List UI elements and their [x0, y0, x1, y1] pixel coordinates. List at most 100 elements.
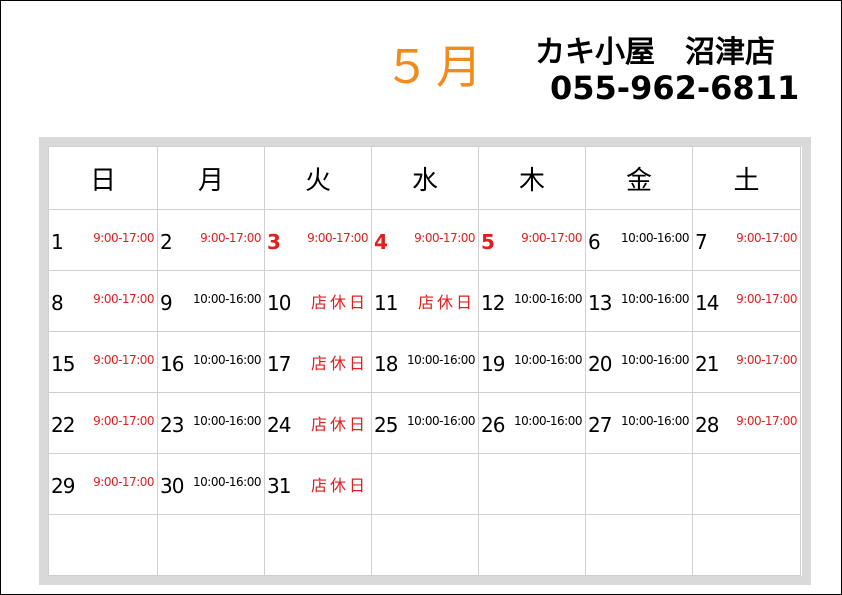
business-hours: 9:00-17:00: [200, 231, 261, 245]
calendar-day-cell: 16 10:00-16:00: [157, 331, 265, 393]
calendar-day-cell: [478, 453, 586, 515]
calendar-day-cell: 17 店休日: [264, 331, 372, 393]
day-number: 8: [51, 291, 64, 315]
day-number: 19: [481, 352, 505, 376]
business-hours: 9:00-17:00: [93, 292, 154, 306]
calendar-day-cell: [371, 453, 479, 515]
shop-name: カキ小屋 沼津店: [535, 35, 775, 70]
closed-day-label: 店休日: [417, 293, 475, 312]
calendar-day-cell: 7 9:00-17:00: [692, 209, 801, 271]
business-hours: 9:00-17:00: [93, 414, 154, 428]
week-row: 8 9:00-17:00 9 10:00-16:00 10 店休日 11 店休日 12 10:00…: [48, 270, 801, 332]
weekday-fri: 金: [585, 146, 693, 210]
calendar-day-cell: 21 9:00-17:00: [692, 331, 801, 393]
calendar-day-cell: 2 9:00-17:00: [157, 209, 265, 271]
business-hours: 9:00-17:00: [307, 231, 368, 245]
calendar-day-cell: 6 10:00-16:00: [585, 209, 693, 271]
calendar-day-cell: 19 10:00-16:00: [478, 331, 586, 393]
day-number: 29: [51, 474, 75, 498]
weekday-sat: 土: [692, 146, 801, 210]
day-number: 14: [695, 291, 719, 315]
day-number: 30: [160, 474, 184, 498]
business-hours: 10:00-16:00: [621, 414, 690, 428]
business-hours: 10:00-16:00: [407, 414, 476, 428]
calendar-day-cell: [371, 514, 479, 576]
calendar-day-cell: 13 10:00-16:00: [585, 270, 693, 332]
day-number: 18: [374, 352, 398, 376]
calendar-day-cell: 14 9:00-17:00: [692, 270, 801, 332]
day-number: 9: [160, 291, 173, 315]
calendar-day-cell: 15 9:00-17:00: [48, 331, 158, 393]
day-number: 5: [481, 230, 495, 254]
calendar-body: 1 9:00-17:00 2 9:00-17:00 3 9:00-17:00 4 9:00-1…: [48, 209, 801, 576]
calendar-day-cell: 20 10:00-16:00: [585, 331, 693, 393]
weekday-tue: 火: [264, 146, 372, 210]
day-number: 24: [267, 413, 291, 437]
day-number: 15: [51, 352, 75, 376]
day-number: 22: [51, 413, 75, 437]
weekday-sun: 日: [48, 146, 158, 210]
business-hours: 10:00-16:00: [407, 353, 476, 367]
day-number: 16: [160, 352, 184, 376]
calendar-day-cell: 30 10:00-16:00: [157, 453, 265, 515]
calendar-day-cell: 11 店休日: [371, 270, 479, 332]
business-hours: 10:00-16:00: [193, 475, 262, 489]
calendar-day-cell: 9 10:00-16:00: [157, 270, 265, 332]
calendar-day-cell: 3 9:00-17:00: [264, 209, 372, 271]
day-number: 4: [374, 230, 388, 254]
month-title: ５月: [384, 40, 488, 94]
weekday-header-row: 日 月 火 水 木 金 土: [48, 146, 801, 210]
week-row: 22 9:00-17:00 23 10:00-16:00 24 店休日 25 10:00-16…: [48, 392, 801, 454]
business-hours: 9:00-17:00: [93, 231, 154, 245]
day-number: 31: [267, 474, 291, 498]
calendar-day-cell: 28 9:00-17:00: [692, 392, 801, 454]
closed-day-label: 店休日: [310, 476, 368, 495]
calendar-day-cell: 12 10:00-16:00: [478, 270, 586, 332]
closed-day-label: 店休日: [310, 293, 368, 312]
day-number: 2: [160, 230, 173, 254]
calendar-day-cell: 1 9:00-17:00: [48, 209, 158, 271]
day-number: 27: [588, 413, 612, 437]
business-hours: 9:00-17:00: [736, 231, 797, 245]
day-number: 10: [267, 291, 291, 315]
calendar-day-cell: [48, 514, 158, 576]
business-hours: 10:00-16:00: [193, 292, 262, 306]
week-row: 1 9:00-17:00 2 9:00-17:00 3 9:00-17:00 4 9:00-1…: [48, 209, 801, 271]
business-hours: 9:00-17:00: [736, 414, 797, 428]
day-number: 6: [588, 230, 601, 254]
calendar-day-cell: 29 9:00-17:00: [48, 453, 158, 515]
business-hours: 10:00-16:00: [621, 353, 690, 367]
calendar-day-cell: [157, 514, 265, 576]
day-number: 1: [51, 230, 64, 254]
calendar-day-cell: 5 9:00-17:00: [478, 209, 586, 271]
calendar-day-cell: [478, 514, 586, 576]
business-hours: 9:00-17:00: [736, 353, 797, 367]
calendar-day-cell: 26 10:00-16:00: [478, 392, 586, 454]
calendar-day-cell: [264, 514, 372, 576]
day-number: 25: [374, 413, 398, 437]
business-hours: 10:00-16:00: [514, 353, 583, 367]
calendar-day-cell: [692, 514, 801, 576]
business-hours: 10:00-16:00: [193, 353, 262, 367]
day-number: 3: [267, 230, 281, 254]
day-number: 20: [588, 352, 612, 376]
business-hours: 9:00-17:00: [93, 353, 154, 367]
calendar-day-cell: 31 店休日: [264, 453, 372, 515]
business-hours: 10:00-16:00: [514, 414, 583, 428]
week-row: [48, 514, 801, 576]
business-hours: 10:00-16:00: [514, 292, 583, 306]
calendar-day-cell: 8 9:00-17:00: [48, 270, 158, 332]
week-row: 29 9:00-17:00 30 10:00-16:00 31 店休日: [48, 453, 801, 515]
day-number: 17: [267, 352, 291, 376]
closed-day-label: 店休日: [310, 415, 368, 434]
business-hours: 9:00-17:00: [521, 231, 582, 245]
shop-phone: 055-962-6811: [550, 69, 800, 107]
calendar-day-cell: 18 10:00-16:00: [371, 331, 479, 393]
calendar-table: 日 月 火 水 木 金 土 1 9:00-17:00 2 9:00-17:00 3 9:0…: [48, 146, 801, 576]
day-number: 26: [481, 413, 505, 437]
business-hours: 9:00-17:00: [414, 231, 475, 245]
calendar-day-cell: 27 10:00-16:00: [585, 392, 693, 454]
calendar-day-cell: 4 9:00-17:00: [371, 209, 479, 271]
day-number: 23: [160, 413, 184, 437]
day-number: 12: [481, 291, 505, 315]
